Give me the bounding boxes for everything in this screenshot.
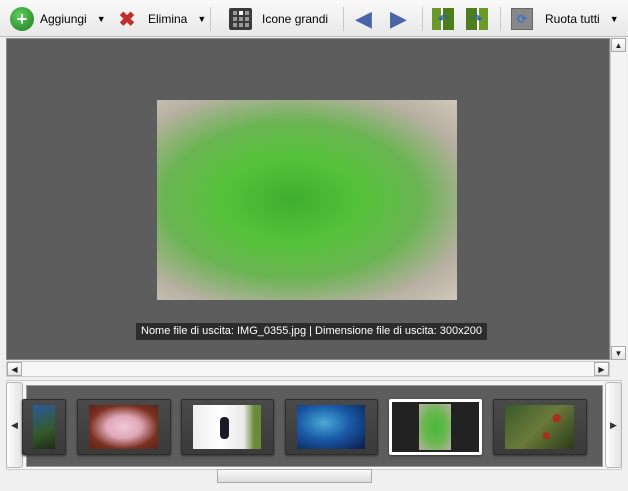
thumbnail-berries[interactable] bbox=[493, 399, 587, 455]
thumbnail-blue[interactable] bbox=[285, 399, 378, 455]
filmstrip-next-button[interactable]: ▶ bbox=[605, 382, 622, 468]
horizontal-scrollbar[interactable]: ◀ ▶ bbox=[6, 361, 610, 377]
arrow-left-icon: ◀ bbox=[355, 6, 372, 31]
thumbnail-image bbox=[505, 405, 574, 449]
next-button[interactable]: ▶ bbox=[390, 6, 407, 32]
delete-icon: ✖ bbox=[118, 8, 136, 31]
delete-label: Elimina bbox=[148, 12, 188, 26]
thumbnail-image bbox=[193, 405, 261, 449]
thumbnail-image bbox=[89, 405, 158, 449]
grid-icon bbox=[229, 8, 252, 30]
thumbnail-grass[interactable] bbox=[389, 399, 482, 455]
scroll-down-button[interactable]: ▼ bbox=[611, 346, 626, 360]
thumbnail-image bbox=[297, 405, 365, 449]
vertical-scrollbar[interactable]: ▲ ▼ bbox=[610, 38, 626, 360]
rotate-left-icon: ↶ bbox=[432, 8, 454, 30]
add-button[interactable]: + Aggiungi ▼ bbox=[10, 6, 106, 32]
add-label: Aggiungi bbox=[40, 12, 87, 26]
chevron-down-icon: ▼ bbox=[197, 14, 207, 24]
thumbnail-palms[interactable] bbox=[22, 399, 66, 455]
large-icons-button[interactable]: Icone grandi bbox=[229, 6, 328, 32]
rotate-all-label: Ruota tutti bbox=[545, 12, 600, 26]
rotate-left-button[interactable]: ↶ bbox=[432, 6, 454, 32]
thumbnail-image bbox=[33, 405, 55, 449]
preview-image bbox=[157, 100, 457, 300]
rotate-right-button[interactable]: ↷ bbox=[466, 6, 488, 32]
filmstrip-prev-button[interactable]: ◀ bbox=[6, 382, 23, 468]
preview-caption: Nome file di uscita: IMG_0355.jpg | Dime… bbox=[136, 323, 487, 340]
large-icons-label: Icone grandi bbox=[262, 12, 329, 26]
plus-icon: + bbox=[10, 7, 34, 31]
scroll-up-button[interactable]: ▲ bbox=[611, 38, 626, 52]
filmstrip-scrollbar-thumb[interactable] bbox=[217, 469, 372, 483]
chevron-left-icon: ◀ bbox=[11, 419, 18, 430]
rotate-right-icon: ↷ bbox=[466, 8, 488, 30]
scroll-left-button[interactable]: ◀ bbox=[7, 362, 22, 376]
separator bbox=[210, 7, 211, 31]
separator bbox=[343, 7, 344, 31]
rotate-all-icon: ⟳ bbox=[511, 8, 533, 30]
scroll-right-button[interactable]: ▶ bbox=[594, 362, 609, 376]
rotate-all-button[interactable]: ⟳ Ruota tutti ▼ bbox=[511, 6, 619, 32]
previous-button[interactable]: ◀ bbox=[355, 6, 372, 32]
thumbnail-image bbox=[419, 404, 451, 450]
chevron-down-icon: ▼ bbox=[96, 14, 106, 24]
arrow-right-icon: ▶ bbox=[390, 6, 407, 31]
chevron-right-icon: ▶ bbox=[610, 419, 617, 430]
thumbnail-flowers[interactable] bbox=[77, 399, 171, 455]
separator bbox=[422, 7, 423, 31]
delete-button[interactable]: ✖ Elimina ▼ bbox=[116, 6, 207, 32]
toolbar: + Aggiungi ▼ ✖ Elimina ▼ Icone grandi ◀ ▶ … bbox=[0, 0, 628, 37]
separator bbox=[500, 7, 501, 31]
thumbnail-bird[interactable] bbox=[181, 399, 274, 455]
chevron-down-icon: ▼ bbox=[609, 14, 619, 24]
